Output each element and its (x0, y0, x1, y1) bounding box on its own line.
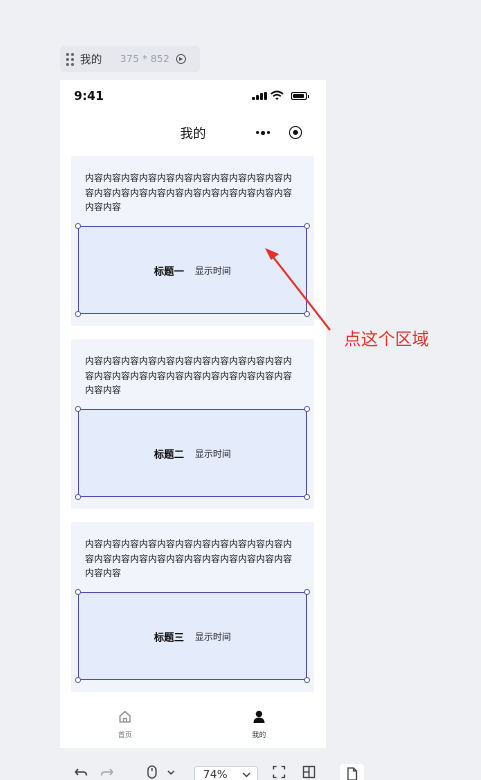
resize-handle[interactable] (75, 589, 81, 595)
tab-mine-label: 我的 (252, 731, 266, 739)
status-time: 9:41 (74, 89, 104, 103)
status-bar: 9:41 (60, 80, 326, 114)
card-title: 标题三 (153, 632, 184, 644)
file-icon (347, 767, 358, 780)
page-title: 我的 (179, 127, 206, 142)
card-time: 显示时间 (194, 632, 231, 643)
preview-play-icon[interactable] (175, 54, 186, 64)
home-icon (119, 710, 131, 723)
redo-icon[interactable] (100, 764, 114, 780)
card-time: 显示时间 (194, 266, 231, 277)
more-dots-icon[interactable] (256, 130, 272, 136)
clickable-region[interactable]: 标题三 显示时间 (78, 592, 307, 680)
resize-handle[interactable] (75, 223, 81, 229)
design-canvas: 我的 375 * 852 9:41 我的 内容内容内容内容内容内容内容内容内容内… (0, 0, 481, 780)
layout-icon[interactable] (302, 764, 316, 780)
clickable-region[interactable]: 标题二 显示时间 (78, 409, 307, 497)
zoom-chevron-icon (242, 772, 251, 778)
content-card[interactable]: 内容内容内容内容内容内容内容内容内容内容内容内容内容内容内容内容内容内容内容内容… (71, 522, 314, 692)
phone-frame: 9:41 我的 内容内容内容内容内容内容内容内容内容内容内容内容内容内容内容内容… (60, 80, 326, 748)
tab-home-label: 首页 (118, 731, 132, 739)
frame-size: 375 * 852 (120, 53, 170, 65)
tab-home[interactable]: 首页 (105, 708, 145, 740)
battery-icon (291, 92, 309, 100)
resize-handle[interactable] (75, 406, 81, 412)
capsule-close-icon[interactable] (289, 126, 302, 139)
nav-bar: 我的 (60, 114, 326, 150)
resize-handle[interactable] (75, 311, 81, 317)
drag-grip-icon[interactable] (66, 52, 74, 66)
content-card[interactable]: 内容内容内容内容内容内容内容内容内容内容内容内容内容内容内容内容内容内容内容内容… (71, 156, 314, 326)
zoom-value: 74% (203, 768, 228, 780)
card-time: 显示时间 (194, 449, 231, 460)
card-content: 内容内容内容内容内容内容内容内容内容内容内容内容内容内容内容内容内容内容内容内容… (85, 174, 293, 214)
content-card[interactable]: 内容内容内容内容内容内容内容内容内容内容内容内容内容内容内容内容内容内容内容内容… (71, 339, 314, 509)
zoom-select[interactable]: 74% (194, 766, 258, 780)
frame-label[interactable]: 我的 375 * 852 (60, 46, 200, 72)
undo-icon[interactable] (74, 764, 88, 780)
frame-name: 我的 (80, 53, 102, 66)
resize-handle[interactable] (75, 677, 81, 683)
resize-handle[interactable] (304, 589, 310, 595)
clickable-region[interactable]: 标题一 显示时间 (78, 226, 307, 314)
resize-handle[interactable] (75, 494, 81, 500)
resize-handle[interactable] (304, 406, 310, 412)
file-button[interactable] (340, 764, 364, 780)
annotation-label: 点这个区域 (344, 330, 429, 350)
mouse-icon[interactable] (146, 764, 158, 780)
card-content: 内容内容内容内容内容内容内容内容内容内容内容内容内容内容内容内容内容内容内容内容… (85, 540, 293, 580)
tab-bar: 首页 我的 (60, 700, 326, 748)
chevron-down-icon[interactable] (166, 764, 176, 780)
resize-handle[interactable] (304, 494, 310, 500)
fit-screen-icon[interactable] (272, 764, 286, 780)
bottom-toolbar: 74% (64, 764, 364, 780)
signal-icon (252, 92, 267, 100)
wifi-icon (270, 90, 284, 100)
card-content: 内容内容内容内容内容内容内容内容内容内容内容内容内容内容内容内容内容内容内容内容… (85, 357, 293, 397)
resize-handle[interactable] (304, 223, 310, 229)
user-icon (253, 710, 265, 723)
card-title: 标题二 (153, 449, 184, 461)
resize-handle[interactable] (304, 677, 310, 683)
tab-mine[interactable]: 我的 (239, 708, 279, 740)
card-title: 标题一 (153, 266, 184, 278)
resize-handle[interactable] (304, 311, 310, 317)
